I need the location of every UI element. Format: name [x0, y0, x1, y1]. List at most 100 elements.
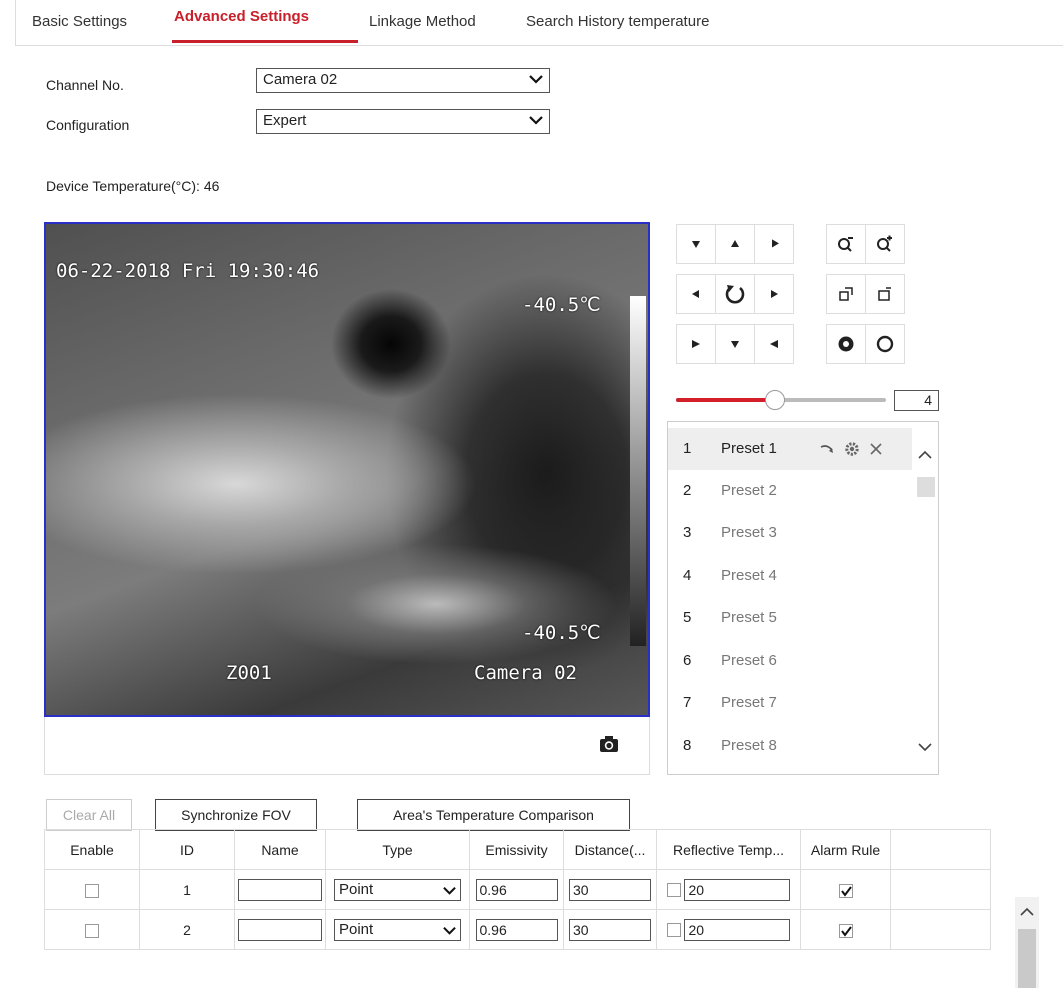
preset-name: Preset 4 [721, 567, 777, 584]
preset-number: 6 [683, 652, 692, 669]
ptz-up-right-button[interactable] [754, 224, 794, 264]
arrow-right-icon [771, 290, 778, 298]
configuration-select-value: Expert [263, 112, 307, 129]
page-scroll-thumb[interactable] [1018, 929, 1036, 988]
temperature-rule-table: Enable ID Name Type Emissivity Distance(… [44, 829, 991, 950]
preset-name: Preset 1 [721, 440, 777, 457]
channel-select-value: Camera 02 [263, 71, 338, 88]
focus-near-button[interactable] [826, 274, 866, 314]
synchronize-fov-button[interactable]: Synchronize FOV [155, 799, 317, 831]
enable-checkbox[interactable] [85, 883, 99, 898]
rule-type-select[interactable]: Point [334, 918, 461, 941]
osd-camera-label: Camera 02 [474, 662, 577, 684]
column-header-enable: Enable [44, 829, 140, 870]
tab-search-history-temperature[interactable]: Search History temperature [526, 13, 709, 30]
preset-row[interactable]: 2 Preset 2 [668, 470, 912, 512]
checkmark-icon [840, 926, 852, 937]
chevron-up-icon[interactable] [1020, 907, 1034, 917]
preset-row[interactable]: 8 Preset 8 [668, 725, 912, 767]
tab-advanced-settings[interactable]: Advanced Settings [174, 8, 309, 25]
arrow-up-icon [731, 240, 739, 247]
iris-close-button[interactable] [826, 324, 866, 364]
preset-name: Preset 3 [721, 524, 777, 541]
tab-basic-settings[interactable]: Basic Settings [32, 13, 127, 30]
ptz-up-left-button[interactable] [676, 224, 716, 264]
ptz-left-button[interactable] [676, 274, 716, 314]
arrow-up-left-icon [692, 241, 700, 248]
tab-linkage-method[interactable]: Linkage Method [369, 13, 476, 30]
rule-type-value: Point [339, 920, 374, 938]
zoom-out-button[interactable] [826, 224, 866, 264]
configuration-label: Configuration [46, 117, 130, 133]
distance-input[interactable]: 30 [569, 878, 651, 901]
focus-far-button[interactable] [865, 274, 905, 314]
thermal-video-view[interactable]: 06-22-2018 Fri 19:30:46 -40.5℃ -40.5℃ Z0… [44, 222, 650, 717]
emissivity-input[interactable]: 0.96 [475, 918, 558, 941]
ptz-up-button[interactable] [715, 224, 755, 264]
ptz-down-right-button[interactable] [754, 324, 794, 364]
rule-name-input[interactable] [238, 918, 322, 941]
iris-open-button[interactable] [865, 324, 905, 364]
clear-all-button[interactable]: Clear All [46, 799, 132, 831]
column-header-distance: Distance(... [563, 829, 657, 870]
gear-icon[interactable] [844, 441, 860, 457]
ptz-speed-slider-fill [676, 398, 775, 402]
preset-number: 4 [683, 567, 692, 584]
reflective-temp-checkbox[interactable] [666, 882, 681, 897]
ptz-speed-value[interactable]: 4 [894, 390, 939, 411]
emissivity-input[interactable]: 0.96 [475, 878, 558, 901]
preset-name: Preset 5 [721, 609, 777, 626]
chevron-down-icon[interactable] [918, 742, 932, 752]
camera-snapshot-icon[interactable] [599, 735, 619, 753]
column-header-emissivity: Emissivity [469, 829, 564, 870]
channel-label: Channel No. [46, 77, 124, 93]
configuration-select[interactable]: Expert [256, 109, 550, 134]
call-preset-icon[interactable] [820, 443, 834, 455]
preset-list-scrollbar[interactable] [912, 422, 938, 774]
ptz-speed-slider-knob[interactable] [764, 390, 785, 410]
rule-name-input[interactable] [238, 878, 322, 901]
device-temperature: Device Temperature(°C): 46 [46, 178, 220, 194]
reflective-temp-checkbox[interactable] [666, 922, 681, 937]
table-row: 2 Point 0.96 30 20 [44, 909, 991, 950]
area-temperature-comparison-button[interactable]: Area's Temperature Comparison [357, 799, 630, 831]
page-scrollbar[interactable] [1015, 897, 1039, 988]
rule-type-select[interactable]: Point [334, 878, 461, 901]
zoom-in-button[interactable] [865, 224, 905, 264]
chevron-down-icon [443, 926, 456, 935]
preset-row[interactable]: 4 Preset 4 [668, 555, 912, 597]
column-header-alarm-rule: Alarm Rule [800, 829, 891, 870]
preset-row[interactable]: 6 Preset 6 [668, 640, 912, 682]
preset-row[interactable]: 3 Preset 3 [668, 512, 912, 554]
chevron-down-icon [529, 116, 543, 125]
focus-far-icon [878, 287, 891, 301]
ptz-speed-slider[interactable] [676, 390, 886, 410]
close-icon[interactable] [870, 443, 882, 455]
preset-name: Preset 7 [721, 694, 777, 711]
distance-input[interactable]: 30 [569, 918, 651, 941]
alarm-rule-checkbox[interactable] [838, 923, 853, 938]
arrow-left-icon [692, 290, 699, 298]
focus-near-icon [839, 287, 853, 301]
table-header-row: Enable ID Name Type Emissivity Distance(… [44, 829, 991, 870]
ptz-right-button[interactable] [754, 274, 794, 314]
reflective-temp-input[interactable]: 20 [684, 878, 791, 901]
reflective-temp-input[interactable]: 20 [684, 918, 791, 941]
arrow-down-right-icon [770, 340, 778, 348]
ptz-auto-button[interactable] [715, 274, 755, 314]
alarm-rule-checkbox[interactable] [838, 883, 853, 898]
preset-row[interactable]: 7 Preset 7 [668, 682, 912, 724]
enable-checkbox[interactable] [85, 923, 99, 938]
preset-scroll-thumb[interactable] [917, 477, 935, 497]
ptz-down-button[interactable] [715, 324, 755, 364]
checkmark-icon [840, 886, 852, 897]
channel-select[interactable]: Camera 02 [256, 68, 550, 93]
video-toolbar [44, 717, 650, 775]
temperature-scale-bar [630, 296, 646, 646]
ptz-down-left-button[interactable] [676, 324, 716, 364]
preset-row[interactable]: 1 Preset 1 [668, 428, 912, 470]
preset-name: Preset 2 [721, 482, 777, 499]
preset-row[interactable]: 5 Preset 5 [668, 597, 912, 639]
chevron-up-icon[interactable] [918, 450, 932, 460]
rule-type-value: Point [339, 880, 374, 898]
